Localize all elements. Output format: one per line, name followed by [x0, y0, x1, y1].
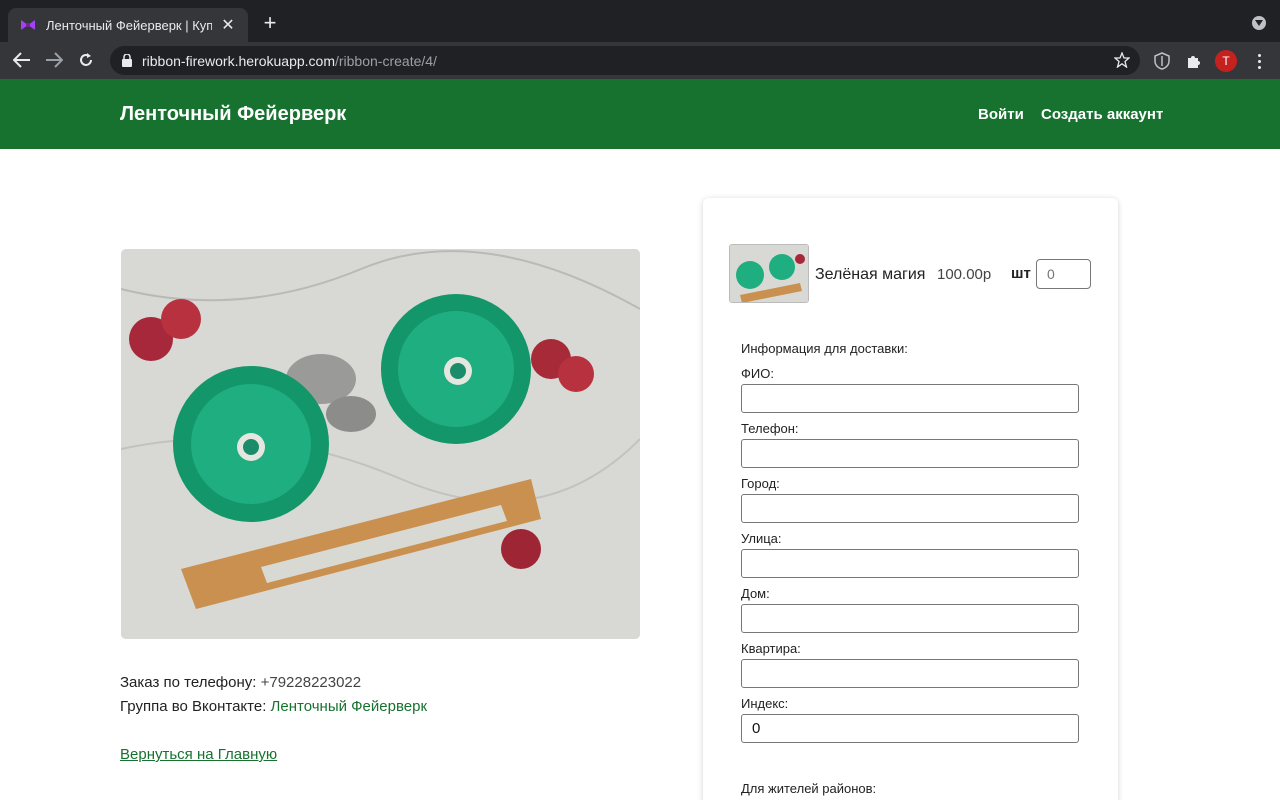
street-label: Улица: — [741, 531, 782, 546]
login-link[interactable]: Войти — [978, 106, 1024, 123]
quantity-unit: шт — [1011, 265, 1031, 282]
site-brand[interactable]: Ленточный Фейерверк — [120, 103, 346, 126]
new-tab-icon[interactable]: + — [258, 12, 282, 34]
bow-icon — [20, 17, 36, 33]
full-name-label: ФИО: — [741, 366, 774, 381]
bookmark-star-icon[interactable] — [1113, 51, 1131, 73]
city-input[interactable] — [741, 494, 1079, 523]
phone-input[interactable] — [741, 439, 1079, 468]
apartment-label: Квартира: — [741, 641, 801, 656]
vk-label: Группа во Вконтакте: — [120, 698, 267, 715]
url-path: /ribbon-create/4/ — [334, 52, 437, 69]
apartment-input[interactable] — [741, 659, 1079, 688]
browser-tab-strip: Ленточный Фейерверк | Купи ✕ + — [0, 0, 1280, 42]
browser-toolbar: ribbon-firework.herokuapp.com/ribbon-cre… — [0, 42, 1280, 79]
back-arrow-icon[interactable] — [9, 48, 35, 72]
district-residents-label: Для жителей районов: — [741, 781, 877, 796]
browser-menu-icon[interactable] — [1252, 50, 1266, 72]
postal-code-label: Индекс: — [741, 696, 789, 711]
back-to-home-link[interactable]: Вернуться на Главную — [120, 746, 277, 763]
phone-number: +79228223022 — [260, 674, 362, 691]
house-label: Дом: — [741, 586, 770, 601]
tab-title: Ленточный Фейерверк | Купи — [46, 17, 212, 33]
profile-avatar[interactable]: T — [1215, 50, 1237, 72]
puzzle-extensions-icon[interactable] — [1183, 50, 1205, 72]
product-photo — [121, 249, 640, 639]
phone-field-label: Телефон: — [741, 421, 799, 436]
browser-tab[interactable]: Ленточный Фейерверк | Купи ✕ — [8, 8, 248, 42]
order-form-card: Зелёная магия 100.00р шт Информация для … — [703, 198, 1118, 800]
product-thumbnail — [729, 244, 809, 303]
signup-link[interactable]: Создать аккаунт — [1041, 106, 1163, 123]
product-price: 100.00р — [937, 266, 992, 283]
phone-label: Заказ по телефону: — [120, 674, 257, 691]
vk-group-line: Группа во Вконтакте: Ленточный Фейерверк — [120, 698, 427, 715]
url-host: ribbon-firework.herokuapp.com — [142, 52, 335, 69]
postal-code-input[interactable] — [741, 714, 1079, 743]
vk-group-link[interactable]: Ленточный Фейерверк — [271, 698, 427, 715]
product-name: Зелёная магия — [815, 266, 926, 283]
house-input[interactable] — [741, 604, 1079, 633]
reload-icon[interactable] — [73, 48, 99, 72]
shield-extension-icon[interactable] — [1151, 50, 1173, 72]
lock-icon — [122, 54, 132, 67]
delivery-info-heading: Информация для доставки: — [741, 341, 908, 356]
city-label: Город: — [741, 476, 780, 491]
address-bar[interactable]: ribbon-firework.herokuapp.com/ribbon-cre… — [110, 46, 1140, 75]
site-header: Ленточный Фейерверк Войти Создать аккаун… — [0, 79, 1280, 149]
tab-search-icon[interactable] — [1252, 16, 1266, 30]
street-input[interactable] — [741, 549, 1079, 578]
forward-arrow-icon[interactable] — [41, 48, 67, 72]
quantity-input[interactable] — [1036, 259, 1091, 289]
close-tab-icon[interactable]: ✕ — [218, 15, 238, 35]
full-name-input[interactable] — [741, 384, 1079, 413]
phone-order-line: Заказ по телефону: +79228223022 — [120, 674, 361, 691]
